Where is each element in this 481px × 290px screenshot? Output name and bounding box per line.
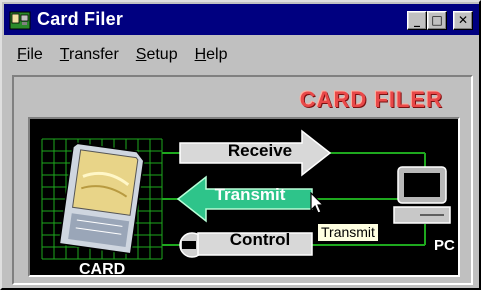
title-bar[interactable]: Card Filer _ □ ✕ xyxy=(4,4,479,35)
transfer-panel: CARD PC Receive Transmit Control xyxy=(28,117,460,278)
menu-setup[interactable]: Setup xyxy=(136,46,178,64)
card-filer-app-icon xyxy=(9,11,31,30)
client-area: CARD FILER CARD PC Receive Transmit Cont… xyxy=(12,75,473,285)
menu-bar: File Transfer Setup Help xyxy=(4,37,479,73)
transmit-tooltip: Transmit xyxy=(317,223,379,242)
memory-card-icon xyxy=(58,142,145,255)
pc-label: PC xyxy=(434,237,455,254)
card-label: CARD xyxy=(79,261,126,278)
maximize-button[interactable]: □ xyxy=(427,11,447,30)
window-title: Card Filer xyxy=(37,9,124,29)
menu-transfer[interactable]: Transfer xyxy=(60,46,119,64)
card-filer-logo: CARD FILER xyxy=(299,87,443,112)
close-button[interactable]: ✕ xyxy=(453,11,473,30)
transmit-button[interactable]: Transmit xyxy=(190,185,310,205)
mouse-pointer-icon xyxy=(310,192,325,214)
minimize-button[interactable]: _ xyxy=(407,11,427,30)
pc-computer-icon xyxy=(393,166,451,224)
control-button[interactable]: Control xyxy=(200,230,320,250)
app-window: Card Filer _ □ ✕ File Transfer Setup Hel… xyxy=(0,0,481,290)
receive-button[interactable]: Receive xyxy=(200,141,320,161)
menu-file[interactable]: File xyxy=(17,46,43,64)
menu-help[interactable]: Help xyxy=(195,46,228,64)
